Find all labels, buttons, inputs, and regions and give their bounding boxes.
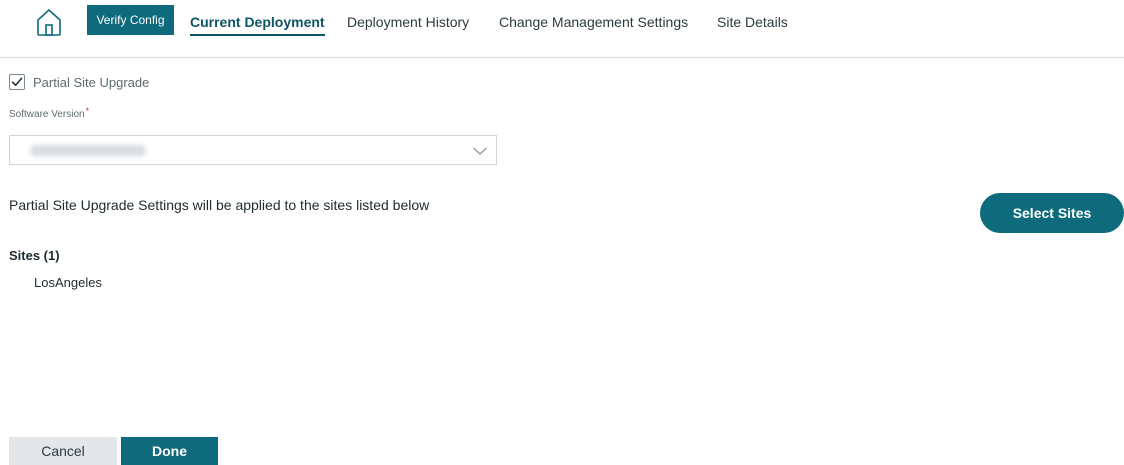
software-version-value-redacted bbox=[30, 145, 146, 156]
software-version-label: Software Version* bbox=[9, 106, 90, 120]
checkbox-box[interactable] bbox=[9, 74, 25, 90]
tab-current-deployment[interactable]: Current Deployment bbox=[190, 14, 325, 36]
top-navigation-bar: Verify Config Current Deployment Deploym… bbox=[0, 0, 1124, 58]
partial-site-upgrade-label: Partial Site Upgrade bbox=[33, 74, 150, 90]
verify-config-button[interactable]: Verify Config bbox=[87, 5, 174, 35]
tab-site-details[interactable]: Site Details bbox=[717, 14, 788, 30]
sites-heading: Sites (1) bbox=[9, 248, 60, 263]
home-icon[interactable] bbox=[34, 6, 64, 38]
required-asterisk: * bbox=[85, 106, 90, 116]
sites-list: LosAngeles bbox=[34, 275, 102, 290]
partial-site-upgrade-checkbox[interactable]: Partial Site Upgrade bbox=[9, 74, 149, 90]
done-button[interactable]: Done bbox=[121, 437, 218, 465]
tab-change-management-settings[interactable]: Change Management Settings bbox=[499, 14, 688, 30]
chevron-down-icon bbox=[473, 144, 487, 162]
software-version-select[interactable] bbox=[9, 135, 497, 165]
site-list-item: LosAngeles bbox=[34, 275, 102, 290]
tab-deployment-history[interactable]: Deployment History bbox=[347, 14, 469, 30]
partial-upgrade-info-text: Partial Site Upgrade Settings will be ap… bbox=[9, 197, 430, 213]
checkmark-icon bbox=[11, 77, 23, 86]
cancel-button[interactable]: Cancel bbox=[9, 437, 117, 465]
select-sites-button[interactable]: Select Sites bbox=[980, 193, 1124, 233]
